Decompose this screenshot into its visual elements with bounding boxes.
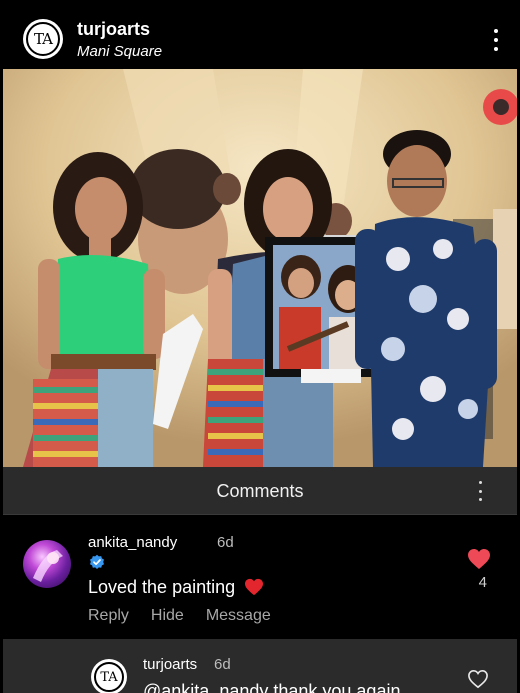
comments-header: Comments — [3, 467, 517, 515]
heart-filled-icon[interactable] — [467, 548, 491, 570]
reply-item: TA turjoarts 6d @ankita_nandy thank you … — [3, 639, 517, 693]
reply-text: @ankita_nandy thank you again — [143, 681, 401, 693]
comment-body: Loved the painting — [88, 577, 236, 597]
post-header: TA turjoarts Mani Square — [3, 3, 517, 69]
heart-outline-icon[interactable] — [467, 669, 489, 689]
turjoarts-logo-icon[interactable]: TA — [91, 659, 127, 693]
verified-badge-icon — [90, 554, 104, 569]
comments-title: Comments — [216, 481, 304, 501]
like-count: 4 — [478, 574, 487, 591]
post-location[interactable]: Mani Square — [77, 43, 162, 60]
turjoarts-logo-icon[interactable]: TA — [23, 19, 63, 59]
reply-button[interactable]: Reply — [88, 607, 129, 625]
red-heart-emoji-icon — [245, 578, 264, 596]
comment-username[interactable]: ankita_nandy — [88, 534, 177, 551]
message-button[interactable]: Message — [206, 607, 271, 625]
post-username[interactable]: turjoarts — [77, 19, 150, 40]
hide-button[interactable]: Hide — [151, 607, 184, 625]
comment-actions: Reply Hide Message — [88, 607, 271, 625]
comment-text: Loved the painting — [88, 577, 264, 598]
avatar[interactable] — [23, 540, 71, 588]
more-vertical-icon[interactable] — [493, 29, 499, 51]
comment-time: 6d — [217, 534, 234, 551]
reply-time: 6d — [214, 656, 231, 673]
comment-item: ankita_nandy 6d Loved the painting Reply… — [3, 518, 517, 639]
event-photo-image[interactable] — [3, 69, 517, 467]
more-vertical-icon[interactable] — [479, 481, 483, 501]
instagram-post: TA turjoarts Mani Square Comments ankita… — [3, 3, 517, 693]
reply-username[interactable]: turjoarts — [143, 656, 197, 673]
